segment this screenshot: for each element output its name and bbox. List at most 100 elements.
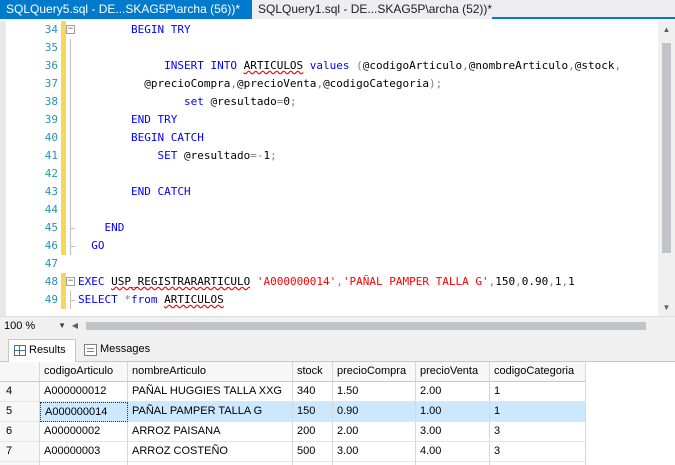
code-line[interactable]: 43 END CATCH [0, 183, 658, 201]
collapse-icon[interactable]: − [66, 25, 75, 34]
code-token: * [124, 293, 131, 306]
table-cell[interactable]: A000000012 [40, 382, 128, 402]
code-line[interactable]: 48− EXEC USP_REGISTRARARTICULO 'A00000001… [0, 273, 658, 291]
results-tab-bar: Results Messages [0, 334, 675, 362]
code-line[interactable]: 36 INSERT INTO ARTICULOS values (@codigo… [0, 57, 658, 75]
table-cell[interactable]: 2.00 [416, 382, 490, 402]
code-text: @precioCompra,@precioVenta,@codigoCatego… [78, 75, 442, 93]
line-number: 47 [44, 257, 58, 270]
table-row[interactable]: 7 A00000003 ARROZ COSTEÑO 500 3.00 4.00 3 [0, 442, 675, 462]
code-line[interactable]: 37 @precioCompra,@precioVenta,@codigoCat… [0, 75, 658, 93]
line-number: 43 [44, 185, 58, 198]
table-cell[interactable]: PAÑAL HUGGIES TALLA XXG [128, 382, 293, 402]
table-cell[interactable]: A00000003 [40, 442, 128, 462]
line-number: 49 [44, 293, 58, 306]
code-token: set [183, 95, 211, 108]
table-cell[interactable]: 0.90 [333, 402, 416, 422]
row-number-header[interactable] [0, 362, 40, 382]
table-cell[interactable]: 150 [293, 402, 333, 422]
column-header[interactable]: nombreArticulo [128, 362, 293, 382]
table-cell[interactable]: 500 [293, 442, 333, 462]
line-number: 36 [44, 59, 58, 72]
chevron-down-icon[interactable]: ▼ [58, 319, 66, 333]
outline-guide [70, 147, 71, 165]
table-cell[interactable]: A00000002 [40, 422, 128, 442]
change-marker [61, 165, 66, 183]
table-cell[interactable]: 1 [490, 382, 586, 402]
table-cell[interactable]: 340 [293, 382, 333, 402]
column-header[interactable]: stock [293, 362, 333, 382]
code-line[interactable]: 46 GO [0, 237, 658, 255]
column-header[interactable]: codigoCategoria [490, 362, 586, 382]
outline-guide-end [70, 228, 75, 229]
query-editor[interactable]: 34− BEGIN TRY 35 36 INSERT INTO ARTICULOS … [0, 21, 658, 316]
table-cell[interactable]: 1.50 [333, 382, 416, 402]
row-number[interactable]: 7 [0, 442, 40, 462]
code-line[interactable]: 42 [0, 165, 658, 183]
row-number[interactable]: 4 [0, 382, 40, 402]
scroll-up-icon[interactable]: ▲ [658, 21, 675, 38]
row-number[interactable]: 5 [0, 402, 40, 422]
code-token: =- [250, 149, 264, 162]
code-token: 'PAÑAL PAMPER TALLA G' [342, 275, 489, 288]
code-line[interactable]: 40 BEGIN CATCH [0, 129, 658, 147]
horizontal-scroll-thumb[interactable] [86, 322, 646, 330]
code-token: from [130, 293, 165, 306]
scroll-left-icon[interactable]: ◀ [68, 318, 82, 334]
change-marker [61, 75, 66, 93]
grid-header-row: codigoArticulo nombreArticulo stock prec… [0, 362, 675, 382]
code-token: BEGIN TRY [78, 23, 191, 36]
table-cell[interactable]: 3 [490, 422, 586, 442]
code-line[interactable]: 49 SELECT *from ARTICULOS [0, 291, 658, 309]
column-header[interactable]: precioCompra [333, 362, 416, 382]
code-token: ; [270, 149, 277, 162]
code-text: END TRY [78, 111, 177, 129]
row-number[interactable]: 6 [0, 422, 40, 442]
editor-vertical-scrollbar[interactable]: ▲ ▼ [658, 21, 675, 316]
line-number: 48 [44, 275, 58, 288]
table-cell[interactable]: 3 [490, 442, 586, 462]
code-token: ); [429, 77, 443, 90]
code-token: ARTICULOS [164, 293, 224, 306]
table-cell[interactable]: A000000014 [40, 402, 128, 422]
code-line[interactable]: 38 set @resultado=0; [0, 93, 658, 111]
table-cell[interactable]: 3.00 [333, 442, 416, 462]
table-row[interactable]: 4 A000000012 PAÑAL HUGGIES TALLA XXG 340 1.5… [0, 382, 675, 402]
code-token: @resultado [210, 95, 277, 108]
table-row[interactable]: 5 A000000014 PAÑAL PAMPER TALLA G 150 0.90 1.… [0, 402, 675, 422]
table-cell[interactable]: PAÑAL PAMPER TALLA G [128, 402, 293, 422]
code-line[interactable]: 47 [0, 255, 658, 273]
code-line[interactable]: 44 [0, 201, 658, 219]
collapse-icon[interactable]: − [66, 277, 75, 286]
code-line[interactable]: 35 [0, 39, 658, 57]
table-cell[interactable]: ARROZ PAISANA [128, 422, 293, 442]
table-cell[interactable]: 4.00 [416, 442, 490, 462]
tab-messages[interactable]: Messages [80, 339, 160, 362]
table-cell[interactable]: 200 [293, 422, 333, 442]
table-row[interactable]: 6 A00000002 ARROZ PAISANA 200 2.00 3.00 3 [0, 422, 675, 442]
code-line[interactable]: 34− BEGIN TRY [0, 21, 658, 39]
table-cell[interactable]: 1.00 [416, 402, 490, 422]
table-cell[interactable]: 1 [490, 402, 586, 422]
code-line[interactable]: 41 SET @resultado=-1; [0, 147, 658, 165]
code-text: SET @resultado=-1; [78, 147, 277, 165]
tab-sqlquery5[interactable]: SQLQuery5.sql - DE...SKAG5P\archa (56))* [0, 0, 252, 19]
table-cell[interactable]: 2.00 [333, 422, 416, 442]
outline-guide [70, 129, 71, 147]
code-token: END [78, 221, 125, 234]
scroll-down-icon[interactable]: ▼ [658, 299, 675, 316]
column-header[interactable]: precioVenta [416, 362, 490, 382]
outline-guide [70, 165, 71, 183]
tab-results[interactable]: Results [8, 339, 76, 362]
code-line[interactable]: 45 END [0, 219, 658, 237]
tab-messages-label: Messages [100, 343, 151, 355]
outline-guide [70, 57, 71, 75]
code-line[interactable]: 39 END TRY [0, 111, 658, 129]
scroll-thumb[interactable] [662, 43, 671, 253]
tab-sqlquery1[interactable]: SQLQuery1.sql - DE...SKAG5P\archa (52))* [252, 0, 492, 19]
table-cell[interactable]: 3.00 [416, 422, 490, 442]
zoom-select[interactable]: 100 % ▼ [4, 319, 66, 333]
table-cell[interactable]: ARROZ COSTEÑO [128, 442, 293, 462]
column-header[interactable]: codigoArticulo [40, 362, 128, 382]
